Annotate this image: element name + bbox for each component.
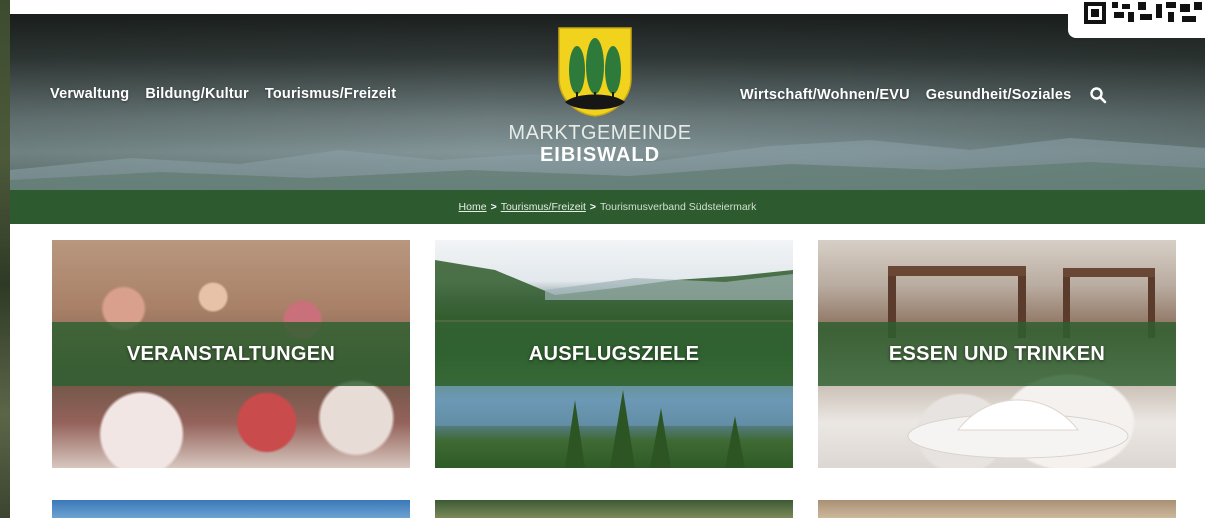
breadcrumb: Home > Tourismus/Freizeit > Tourismusver…	[10, 190, 1205, 224]
nav-bildung-kultur[interactable]: Bildung/Kultur	[145, 86, 248, 102]
main-nav-left: Verwaltung Bildung/Kultur Tourismus/Frei…	[50, 86, 396, 102]
main-nav-right: Wirtschaft/Wohnen/EVU Gesundheit/Soziale…	[740, 86, 1107, 104]
site-logo[interactable]: MARKTGEMEINDE EIBISWALD	[495, 22, 705, 172]
tile-partial[interactable]	[52, 500, 410, 518]
tile-label: AUSFLUGSZIELE	[528, 342, 700, 365]
logo-text-marktgemeinde: MARKTGEMEINDE	[508, 122, 692, 144]
tile-veranstaltungen[interactable]: VERANSTALTUNGEN	[52, 240, 410, 468]
left-edge-image	[0, 0, 10, 518]
tile-label: ESSEN UND TRINKEN	[888, 342, 1106, 365]
logo-text-eibiswald: EIBISWALD	[539, 144, 661, 166]
breadcrumb-tourismus-freizeit[interactable]: Tourismus/Freizeit	[501, 201, 586, 213]
tile-ausflugsziele[interactable]: AUSFLUGSZIELE	[435, 240, 793, 468]
breadcrumb-separator: >	[490, 201, 497, 213]
tile-label-band: VERANSTALTUNGEN	[52, 322, 410, 386]
search-icon[interactable]	[1089, 86, 1107, 104]
breadcrumb-home[interactable]: Home	[459, 201, 487, 213]
nav-wirtschaft-wohnen-evu[interactable]: Wirtschaft/Wohnen/EVU	[740, 87, 910, 103]
top-edge	[10, 0, 1205, 14]
nav-tourismus-freizeit[interactable]: Tourismus/Freizeit	[265, 86, 396, 102]
tile-partial[interactable]	[435, 500, 793, 518]
breadcrumb-current: Tourismusverband Südsteiermark	[600, 201, 757, 213]
breadcrumb-separator: >	[589, 201, 597, 213]
tile-label: VERANSTALTUNGEN	[126, 342, 336, 365]
tile-label-band: ESSEN UND TRINKEN	[818, 322, 1176, 386]
tile-essen-und-trinken[interactable]: ESSEN UND TRINKEN	[818, 240, 1176, 468]
nav-gesundheit-soziales[interactable]: Gesundheit/Soziales	[926, 87, 1072, 103]
coat-of-arms-icon	[558, 27, 632, 117]
tile-label-band: AUSFLUGSZIELE	[435, 322, 793, 386]
tile-partial[interactable]	[818, 500, 1176, 518]
qr-code-icon	[1084, 2, 1202, 24]
nav-verwaltung[interactable]: Verwaltung	[50, 86, 129, 102]
